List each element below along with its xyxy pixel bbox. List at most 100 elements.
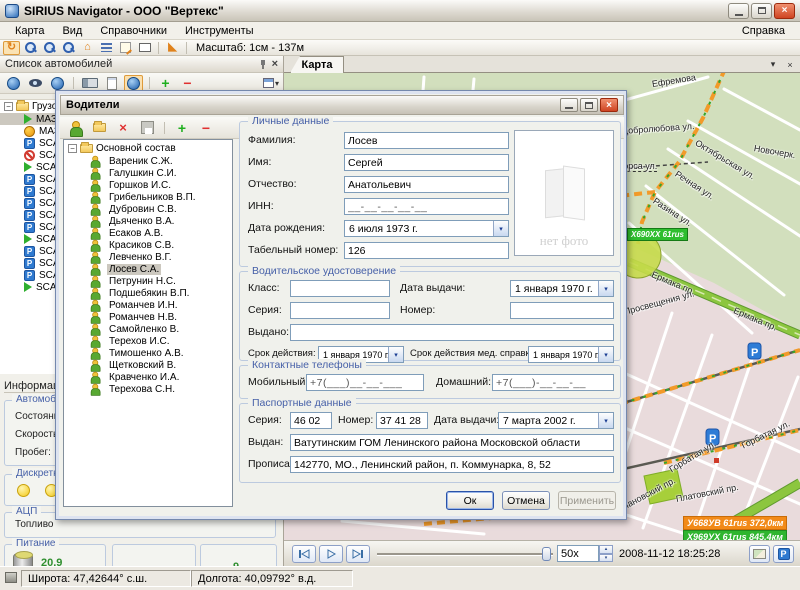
driver-row[interactable]: Самойленко В. xyxy=(64,323,232,335)
collapse-button[interactable]: − xyxy=(196,119,216,137)
driver-row[interactable]: Левченко В.Г. xyxy=(64,251,232,263)
driver-row[interactable]: Терехова С.Н. xyxy=(64,383,232,395)
apply-button[interactable]: Применить xyxy=(558,491,616,510)
home-phone-field[interactable] xyxy=(492,374,614,391)
inn-field[interactable] xyxy=(344,198,509,215)
passport-series-field[interactable] xyxy=(290,412,332,429)
driver-row[interactable]: Подшебякин В.П. xyxy=(64,287,232,299)
track-button[interactable] xyxy=(124,75,143,92)
ruler-button[interactable]: ◣ xyxy=(164,41,181,55)
med-valid-combo[interactable]: 1 января 1970 г. ▾ xyxy=(528,346,614,363)
show-all-button[interactable] xyxy=(4,75,23,92)
driver-row[interactable]: Дубровин С.В. xyxy=(64,203,232,215)
tab-map[interactable]: Карта xyxy=(290,56,344,73)
driver-row[interactable]: Галушкин С.И. xyxy=(64,167,232,179)
dialog-title-bar[interactable]: Водители × xyxy=(60,95,624,115)
menu-directories[interactable]: Справочники xyxy=(91,23,176,39)
chevron-down-icon[interactable]: ▾ xyxy=(388,347,403,362)
vehicle-plate-label[interactable]: Х969УХ 61rus 845,4км xyxy=(683,530,787,540)
menu-map[interactable]: Карта xyxy=(6,23,53,39)
name-field[interactable] xyxy=(344,154,509,171)
driver-row[interactable]: Щетковский В. xyxy=(64,359,232,371)
driver-row[interactable]: Тимошенко А.В. xyxy=(64,347,232,359)
driver-row[interactable]: Есаков А.В. xyxy=(64,227,232,239)
zoom-window-button[interactable] xyxy=(60,41,77,55)
zoom-in-button[interactable] xyxy=(22,41,39,55)
license-series-field[interactable] xyxy=(290,302,390,319)
license-number-field[interactable] xyxy=(510,302,614,319)
passport-issue-combo[interactable]: 7 марта 2002 г. ▾ xyxy=(498,412,614,429)
drivers-tree[interactable]: − Основной состав Вареник С.Ж. Галушкин … xyxy=(63,139,233,507)
panel-close-icon[interactable]: × xyxy=(272,58,278,70)
personnel-number-field[interactable] xyxy=(344,242,509,259)
edit-button[interactable] xyxy=(117,41,134,55)
skip-back-button[interactable] xyxy=(292,545,316,563)
play-button[interactable] xyxy=(319,545,343,563)
license-issued-by-field[interactable] xyxy=(290,324,614,341)
driver-row[interactable]: Дьяченко В.А. xyxy=(64,215,232,227)
collapse-icon[interactable]: − xyxy=(4,102,13,111)
save-button[interactable] xyxy=(137,119,157,137)
vehicle-plate-label[interactable]: У668УВ 61rus 372,0км xyxy=(683,516,787,530)
add-group-button[interactable] xyxy=(89,119,109,137)
chevron-down-icon[interactable]: ▾ xyxy=(598,281,613,296)
spin-up-icon[interactable]: ▴ xyxy=(599,545,613,554)
driver-row[interactable]: Лосев С.А. xyxy=(64,263,232,275)
follow-button[interactable] xyxy=(48,75,67,92)
select-area-button[interactable] xyxy=(136,41,153,55)
driver-row[interactable]: Красиков С.В. xyxy=(64,239,232,251)
ok-button[interactable]: Ок xyxy=(446,491,494,510)
map-close-icon[interactable]: × xyxy=(783,58,797,71)
driver-row[interactable]: Романчев И.Н. xyxy=(64,299,232,311)
collapse-icon[interactable]: − xyxy=(68,144,77,153)
surname-field[interactable] xyxy=(344,132,509,149)
skip-forward-button[interactable] xyxy=(346,545,370,563)
menu-tools[interactable]: Инструменты xyxy=(176,23,263,39)
add-driver-button[interactable] xyxy=(65,119,85,137)
spin-down-icon[interactable]: ▾ xyxy=(599,554,613,563)
add-vehicle-button[interactable]: + xyxy=(156,75,175,92)
registered-field[interactable] xyxy=(290,456,614,473)
zoom-out-button[interactable] xyxy=(41,41,58,55)
timeline-slider[interactable] xyxy=(377,545,553,563)
drivers-group-row[interactable]: − Основной состав xyxy=(64,142,232,155)
driver-row[interactable]: Кравченко И.А. xyxy=(64,371,232,383)
vehicle-plate-label[interactable]: Х690ХХ 61rus xyxy=(627,228,688,241)
minimize-button[interactable] xyxy=(728,3,749,19)
dialog-maximize-button[interactable] xyxy=(580,98,598,112)
driver-row[interactable]: Петрунин Н.С. xyxy=(64,275,232,287)
driver-row[interactable]: Горшков И.С. xyxy=(64,179,232,191)
chevron-down-icon[interactable]: ▾ xyxy=(598,347,613,362)
passport-issued-by-field[interactable] xyxy=(290,434,614,451)
center-map-button[interactable]: ⌂ xyxy=(79,41,96,55)
speed-spinner[interactable]: ▴ ▾ xyxy=(599,545,613,562)
remove-vehicle-button[interactable]: − xyxy=(178,75,197,92)
slider-thumb[interactable] xyxy=(542,547,551,561)
expand-button[interactable]: + xyxy=(172,119,192,137)
watch-button[interactable] xyxy=(26,75,45,92)
patronymic-field[interactable] xyxy=(344,176,509,193)
chevron-down-icon[interactable]: ▾ xyxy=(493,221,508,236)
license-class-field[interactable] xyxy=(290,280,390,297)
chevron-down-icon[interactable]: ▾ xyxy=(598,413,613,428)
parking-toggle-button[interactable]: P xyxy=(773,545,794,563)
driver-row[interactable]: Терехов И.С. xyxy=(64,335,232,347)
license-issue-combo[interactable]: 1 января 1970 г. ▾ xyxy=(510,280,614,297)
cancel-button[interactable]: Отмена xyxy=(502,491,550,510)
restore-button[interactable] xyxy=(751,3,772,19)
mobile-field[interactable] xyxy=(306,374,424,391)
view-mode-button[interactable]: ▾ xyxy=(263,78,279,88)
driver-row[interactable]: Романчев Н.В. xyxy=(64,311,232,323)
vehicle-card-button[interactable] xyxy=(80,75,99,92)
dialog-minimize-button[interactable] xyxy=(560,98,578,112)
driver-row[interactable]: Вареник С.Ж. xyxy=(64,155,232,167)
delete-button[interactable]: × xyxy=(113,119,133,137)
pin-icon[interactable] xyxy=(258,59,268,70)
parking-icon[interactable]: P xyxy=(748,343,761,359)
dialog-close-button[interactable]: × xyxy=(600,98,618,112)
menu-view[interactable]: Вид xyxy=(53,23,91,39)
close-button[interactable]: × xyxy=(774,3,795,19)
speed-input[interactable]: 50x xyxy=(557,545,599,562)
map-dropdown-icon[interactable]: ▾ xyxy=(766,58,780,71)
report-button[interactable] xyxy=(102,75,121,92)
